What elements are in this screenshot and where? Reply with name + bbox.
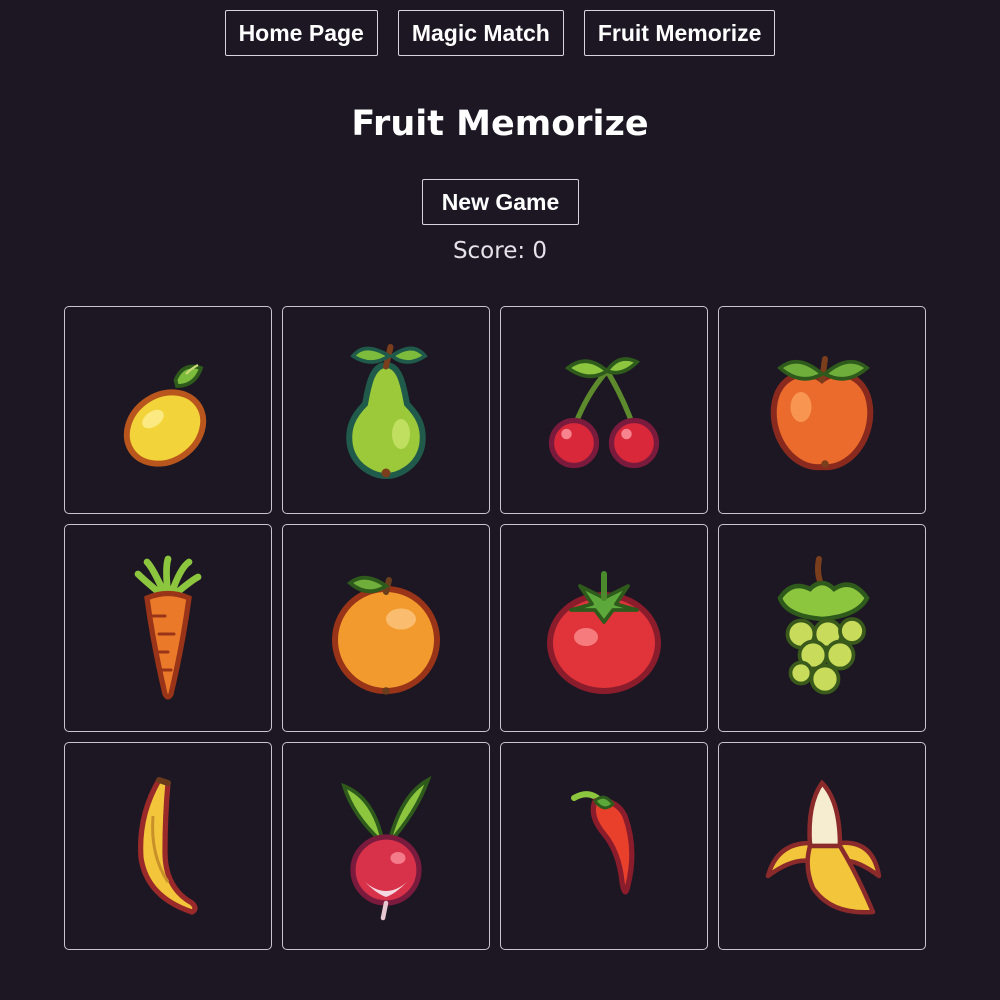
apple-icon	[770, 356, 874, 471]
game-card[interactable]	[500, 742, 708, 950]
game-card[interactable]	[64, 524, 272, 732]
chili-pepper-icon	[571, 791, 635, 895]
carrot-icon	[134, 555, 202, 700]
page-title: Fruit Memorize	[351, 104, 649, 144]
nav-home-page-button[interactable]: Home Page	[224, 10, 378, 56]
radish-icon	[341, 775, 432, 921]
game-board	[64, 306, 928, 950]
banana-icon	[138, 777, 198, 915]
game-card[interactable]	[64, 306, 272, 514]
game-card[interactable]	[718, 524, 926, 732]
nav-magic-match-button[interactable]: Magic Match	[397, 10, 564, 56]
game-card[interactable]	[500, 306, 708, 514]
lemon-icon	[123, 363, 207, 467]
nav-fruit-memorize-button[interactable]: Fruit Memorize	[583, 10, 776, 56]
top-navigation: Home Page Magic Match Fruit Memorize	[0, 10, 1000, 56]
peeled-banana-icon	[765, 779, 882, 915]
game-card[interactable]	[718, 742, 926, 950]
game-card[interactable]	[64, 742, 272, 950]
cherry-icon	[548, 357, 660, 469]
game-card[interactable]	[500, 524, 708, 732]
game-card[interactable]	[282, 742, 490, 950]
game-card[interactable]	[282, 306, 490, 514]
score-display: Score: 0	[452, 238, 548, 264]
grapes-icon	[777, 556, 870, 695]
pear-icon	[346, 344, 428, 480]
game-card[interactable]	[282, 524, 490, 732]
new-game-button[interactable]: New Game	[422, 179, 579, 225]
orange-icon	[332, 575, 440, 695]
game-card[interactable]	[718, 306, 926, 514]
tomato-icon	[547, 571, 661, 694]
